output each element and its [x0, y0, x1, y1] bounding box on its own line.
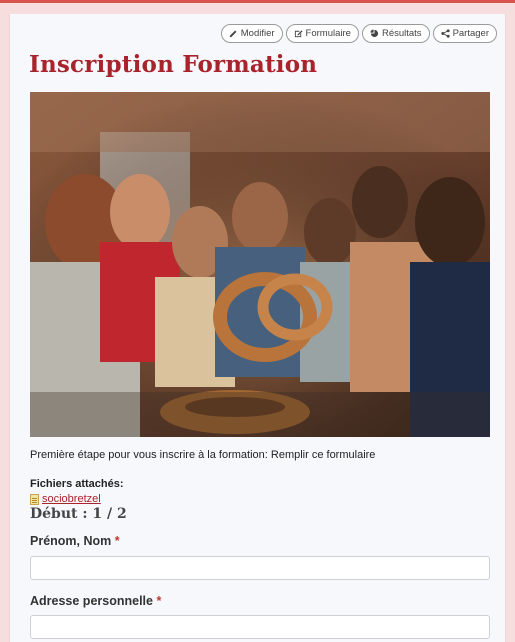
share-icon: [440, 29, 450, 38]
hero-photo: [30, 92, 490, 437]
share-button[interactable]: Partager: [432, 24, 497, 43]
address-field-label: Adresse personnelle *: [30, 594, 161, 608]
step-indicator: Début : 1 / 2: [30, 506, 127, 522]
top-accent-bar: [0, 0, 515, 14]
form-button-label: Formulaire: [305, 28, 351, 39]
results-button-label: Résultats: [381, 28, 422, 39]
name-field-label-text: Prénom, Nom: [30, 534, 112, 548]
address-field-label-text: Adresse personnelle: [30, 594, 153, 608]
edit-button[interactable]: Modifier: [220, 24, 283, 43]
edit-form-icon: [294, 30, 303, 38]
pencil-icon: [229, 30, 237, 38]
required-marker: *: [114, 534, 120, 548]
name-input[interactable]: [30, 556, 490, 580]
intro-text: Première étape pour vous inscrire à la f…: [30, 449, 376, 461]
address-input[interactable]: [30, 615, 490, 639]
results-button[interactable]: Résultats: [361, 24, 430, 43]
page-title: Inscription Formation: [29, 51, 318, 78]
toolbar: Modifier Formulaire Résultats Partager: [220, 24, 497, 43]
chart-pie-icon: [370, 29, 379, 38]
attachment-item: sociobretzel: [30, 493, 101, 505]
share-button-label: Partager: [452, 28, 489, 39]
required-marker: *: [156, 594, 162, 608]
attachment-link[interactable]: sociobretzel: [42, 493, 101, 505]
form-page: Modifier Formulaire Résultats Partager I…: [9, 14, 506, 642]
attachments-label: Fichiers attachés:: [30, 478, 124, 490]
form-button[interactable]: Formulaire: [285, 24, 359, 43]
name-field-label: Prénom, Nom *: [30, 534, 120, 548]
file-icon: [30, 493, 39, 505]
edit-button-label: Modifier: [240, 28, 275, 39]
